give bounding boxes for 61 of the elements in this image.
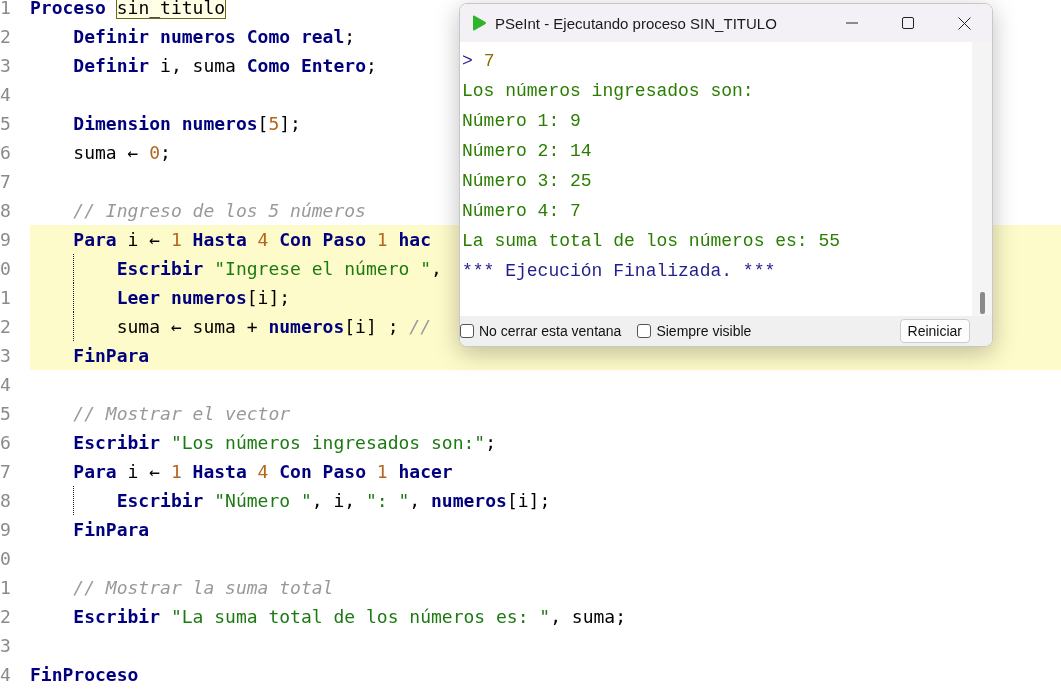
console-status-line: *** Ejecución Finalizada. ***	[462, 260, 777, 283]
code-line: Escribir "La suma total de los números es: ", suma;	[72, 606, 627, 627]
checkbox[interactable]	[460, 324, 474, 338]
play-icon	[471, 15, 487, 31]
code-line: Proceso sin_titulo	[30, 0, 226, 18]
line-number: 4	[0, 664, 12, 685]
line-number: 2	[0, 316, 12, 337]
line-number: 0	[0, 258, 12, 279]
code-line: Definir i, suma Como Entero;	[72, 55, 377, 76]
code-line: // Mostrar el vector	[72, 403, 291, 424]
code-line: suma ← suma + numeros[i] ; //	[115, 316, 431, 337]
line-number: 5	[0, 113, 12, 134]
line-number: 6	[0, 432, 12, 453]
line-number: 9	[0, 519, 12, 540]
console-output-line: Número 3: 25	[462, 170, 593, 193]
code-line: // Mostrar la suma total	[72, 577, 334, 598]
checkbox-option[interactable]: Siempre visible	[637, 323, 752, 339]
window-title: PSeInt - Ejecutando proceso SIN_TITULO	[495, 14, 778, 32]
close-icon	[957, 16, 971, 30]
code-line: Leer numeros[i];	[115, 287, 291, 308]
line-number: 8	[0, 200, 12, 221]
line-number: 1	[0, 0, 12, 18]
line-number: 3	[0, 345, 12, 366]
code-line: Dimension numeros[5];	[72, 113, 301, 134]
console-output-line: Número 4: 7	[462, 200, 582, 223]
line-number: 7	[0, 171, 12, 192]
line-number: 3	[0, 55, 12, 76]
line-number: 0	[0, 548, 12, 569]
line-number: 1	[0, 577, 12, 598]
code-line: Escribir "Número ", i, ": ", numeros[i];	[115, 490, 551, 511]
line-number: 2	[0, 606, 12, 627]
maximize-icon	[902, 17, 914, 29]
line-number: 4	[0, 374, 12, 395]
console-output-line: Número 1: 9	[462, 110, 582, 133]
line-number: 6	[0, 142, 12, 163]
line-number: 8	[0, 490, 12, 511]
line-number: 5	[0, 403, 12, 424]
line-number: 1	[0, 287, 12, 308]
code-line: suma ← 0;	[72, 142, 171, 163]
code-line: // Ingreso de los 5 números	[72, 200, 366, 221]
console-output-line: Los números ingresados son:	[462, 80, 755, 103]
code-line: Escribir "Ingrese el número ",	[115, 258, 442, 279]
code-line: FinProceso	[30, 664, 139, 685]
code-line: Escribir "Los números ingresados son:";	[72, 432, 496, 453]
line-number: 3	[0, 635, 12, 656]
code-line: Definir numeros Como real;	[72, 26, 356, 47]
scrollbar[interactable]	[972, 42, 992, 316]
console-output-line: Número 2: 14	[462, 140, 593, 163]
code-line: Para i ← 1 Hasta 4 Con Paso 1 hacer	[72, 461, 453, 482]
line-number: 7	[0, 461, 12, 482]
line-number: 9	[0, 229, 12, 250]
restart-button[interactable]: Reiniciar	[899, 319, 970, 343]
code-line: FinPara	[72, 519, 150, 540]
code-line: FinPara	[72, 345, 150, 366]
console-output-line: La suma total de los números es: 55	[462, 230, 842, 253]
console-input-line: > 7	[462, 50, 496, 73]
line-number: 4	[0, 84, 12, 105]
checkbox[interactable]	[637, 324, 652, 338]
checkbox-option[interactable]: No cerrar esta ventana	[460, 323, 622, 339]
line-number: 2	[0, 26, 12, 47]
code-line: Para i ← 1 Hasta 4 Con Paso 1 hac	[72, 229, 431, 250]
